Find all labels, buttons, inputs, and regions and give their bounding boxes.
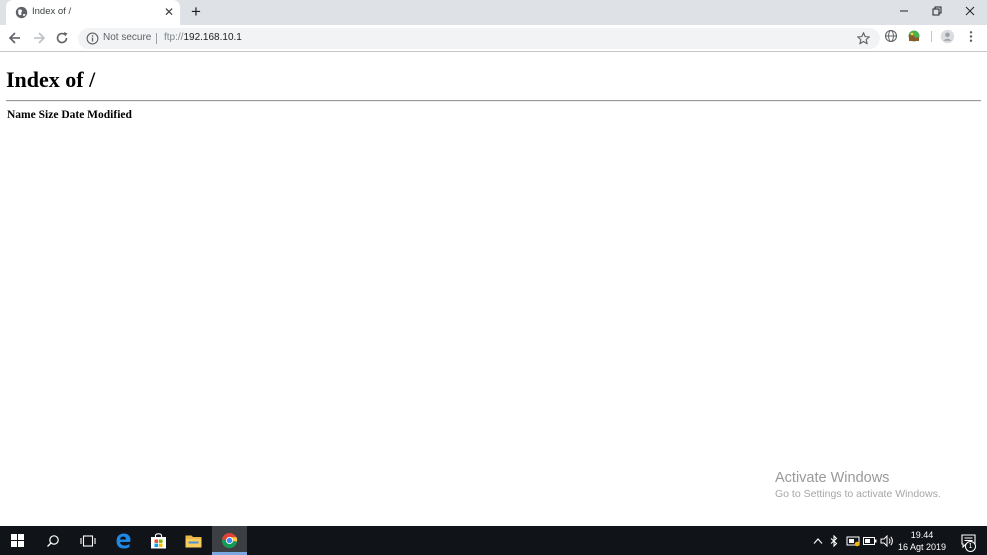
extension-green-icon[interactable]	[907, 29, 921, 43]
tab-title: Index of /	[32, 6, 72, 17]
minimize-button[interactable]	[888, 0, 920, 22]
browser-tab[interactable]: Index of / ✕	[6, 0, 180, 25]
url-host: 192.168.10.1	[183, 32, 242, 43]
close-icon	[965, 6, 975, 16]
speaker-icon	[880, 534, 893, 547]
file-explorer-app-button[interactable]	[176, 526, 211, 555]
horizontal-rule	[6, 100, 981, 102]
search-icon	[46, 534, 59, 547]
info-icon[interactable]	[86, 32, 99, 45]
notification-count-badge: 1	[965, 541, 976, 552]
battery-icon	[863, 536, 877, 545]
chrome-app-button[interactable]	[212, 526, 247, 555]
security-status-label[interactable]: Not secure	[103, 32, 151, 43]
network-tray-button[interactable]	[845, 526, 861, 555]
star-icon[interactable]	[856, 31, 871, 46]
task-view-button[interactable]	[70, 526, 105, 555]
bluetooth-tray-button[interactable]	[827, 526, 841, 555]
activation-watermark: Activate Windows Go to Settings to activ…	[775, 470, 941, 501]
minimize-icon	[900, 10, 908, 12]
globe-icon	[15, 6, 28, 19]
page-content: Index of / Name Size Date Modified Activ…	[0, 52, 987, 526]
arrow-right-icon	[34, 32, 46, 44]
back-button[interactable]	[6, 29, 24, 47]
restore-icon	[932, 6, 942, 16]
start-button[interactable]	[0, 526, 35, 555]
profile-icon[interactable]	[940, 29, 955, 44]
system-clock[interactable]: 19.44 16 Agt 2019	[896, 529, 948, 553]
url-text[interactable]: ftp://192.168.10.1	[164, 32, 242, 43]
listing-header-row: Name Size Date Modified	[7, 109, 132, 121]
column-name: Name	[7, 109, 36, 121]
edge-icon	[116, 533, 131, 549]
toolbar-divider	[931, 31, 932, 42]
watermark-subtitle: Go to Settings to activate Windows.	[775, 488, 941, 500]
network-icon	[846, 536, 860, 546]
windows-logo-icon	[11, 534, 24, 547]
extension-globe-icon[interactable]	[884, 29, 898, 43]
taskbar: 19.44 16 Agt 2019	[0, 526, 987, 555]
page-title: Index of /	[6, 67, 96, 92]
tab-strip: Index of / ✕ +	[0, 0, 987, 25]
browser-toolbar: Not secure ftp://192.168.10.1	[0, 25, 987, 51]
chevron-up-icon	[813, 537, 823, 544]
edge-app-button[interactable]	[106, 526, 141, 555]
reload-icon	[56, 32, 68, 44]
taskbar-search-button[interactable]	[35, 526, 70, 555]
tab-close-icon[interactable]: ✕	[162, 5, 176, 19]
chrome-icon	[221, 532, 238, 549]
store-bag-icon	[151, 532, 166, 548]
clock-time: 19.44	[910, 530, 934, 540]
address-bar[interactable]: Not secure ftp://192.168.10.1	[78, 28, 880, 49]
new-tab-button[interactable]: +	[187, 3, 205, 21]
battery-tray-button[interactable]	[862, 526, 878, 555]
reload-button[interactable]	[53, 29, 71, 47]
show-hidden-icons-button[interactable]	[810, 526, 826, 555]
omnibox-divider	[156, 33, 157, 44]
folder-icon	[185, 535, 202, 547]
close-window-button[interactable]	[954, 0, 986, 22]
task-view-icon	[79, 534, 96, 547]
url-scheme: ftp://	[164, 32, 184, 43]
forward-button[interactable]	[30, 29, 48, 47]
arrow-left-icon	[8, 32, 20, 44]
watermark-title: Activate Windows	[775, 470, 890, 486]
kebab-menu-icon[interactable]	[965, 29, 977, 44]
store-app-button[interactable]	[141, 526, 176, 555]
restore-button[interactable]	[921, 0, 953, 22]
bluetooth-icon	[830, 534, 838, 547]
volume-tray-button[interactable]	[879, 526, 895, 555]
clock-date: 16 Agt 2019	[897, 542, 947, 552]
column-date-modified: Date Modified	[61, 109, 132, 121]
column-size: Size	[38, 109, 59, 121]
